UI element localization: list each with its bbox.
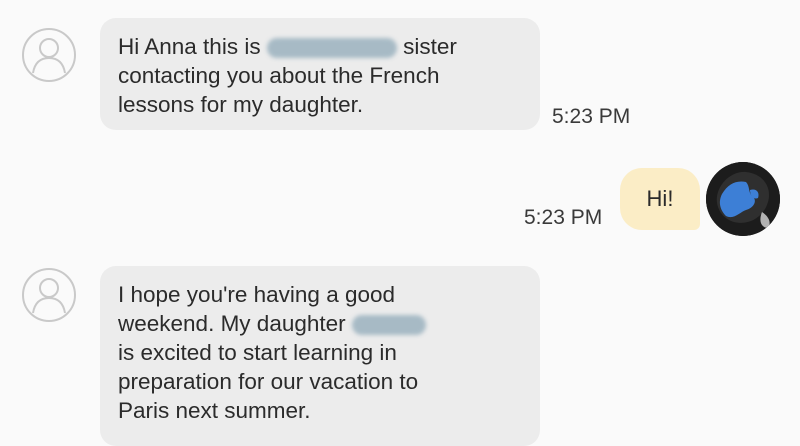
message-bubble-incoming[interactable]: I hope you're having a good weekend. My … <box>100 266 540 446</box>
message-line: Hi Anna this is sister <box>118 34 457 59</box>
message-line: weekend. My daughter <box>118 309 522 338</box>
message-line: lessons for my daughter. <box>118 92 364 117</box>
message-bubble-incoming[interactable]: Hi Anna this is sister contacting you ab… <box>100 18 540 130</box>
message-line: I hope you're having a good <box>118 282 396 307</box>
message-line: Paris next summer. <box>118 398 311 423</box>
contact-avatar-icon[interactable] <box>22 28 76 82</box>
message-timestamp: 5:23 PM <box>524 206 603 229</box>
message-line: preparation for our vacation to <box>118 369 419 394</box>
contact-avatar-icon[interactable] <box>22 268 76 322</box>
message-line: contacting you about the French <box>118 63 440 88</box>
user-avatar-icon[interactable] <box>706 162 780 236</box>
message-line: is excited to start learning in <box>118 340 397 365</box>
redacted-name <box>351 315 426 336</box>
message-bubble-outgoing[interactable]: Hi! <box>620 168 700 230</box>
message-timestamp: 5:23 PM <box>552 105 631 128</box>
message-text: Hi! <box>646 186 674 211</box>
redacted-name <box>266 38 397 59</box>
